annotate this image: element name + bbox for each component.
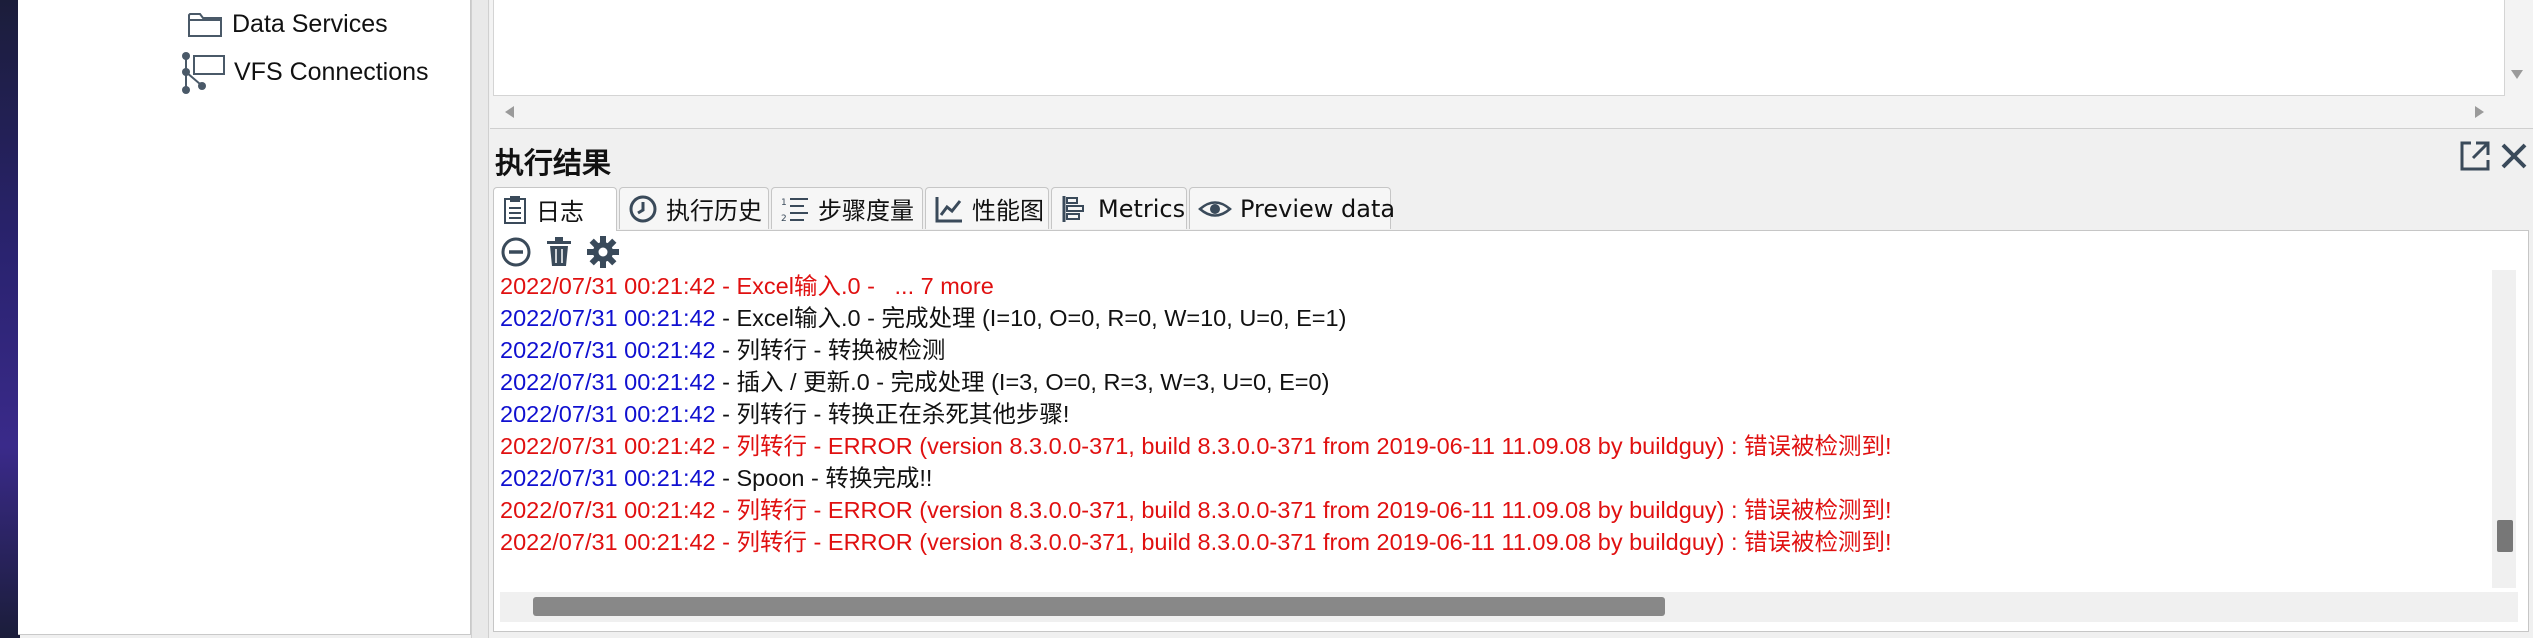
- minus-circle-icon[interactable]: [500, 236, 532, 268]
- tab-execution-history[interactable]: 执行历史: [619, 187, 769, 229]
- canvas-vertical-scrollbar[interactable]: [2505, 0, 2527, 95]
- log-timestamp: 2022/07/31 00:21:42: [500, 433, 716, 459]
- log-line: 2022/07/31 00:21:42 - 列转行 - 转换正在杀死其他步骤!: [500, 398, 2488, 430]
- eye-icon: [1198, 200, 1232, 217]
- log-line: 2022/07/31 00:21:42 - 列转行 - ERROR (versi…: [500, 494, 2488, 526]
- popout-icon[interactable]: [2457, 138, 2493, 174]
- log-timestamp: 2022/07/31 00:21:42: [500, 465, 716, 491]
- log-timestamp: 2022/07/31 00:21:42: [500, 273, 716, 299]
- tree-item-vfs-connections[interactable]: VFS Connections: [178, 52, 429, 94]
- log-timestamp: 2022/07/31 00:21:42: [500, 497, 716, 523]
- log-timestamp: 2022/07/31 00:21:42: [500, 401, 716, 427]
- folder-icon: [188, 13, 222, 37]
- close-icon[interactable]: [2498, 140, 2530, 172]
- tab-performance-chart[interactable]: 性能图: [925, 187, 1049, 229]
- tree-item-label: VFS Connections: [234, 57, 429, 86]
- log-toolbar: [500, 234, 620, 270]
- log-message: - Excel输入.0 - ... 7 more: [715, 273, 994, 299]
- trash-icon[interactable]: [544, 236, 574, 268]
- execution-results-title: 执行结果: [495, 146, 612, 180]
- log-message: - 列转行 - ERROR (version 8.3.0.0-371, buil…: [715, 529, 1892, 555]
- log-message: - 列转行 - 转换正在杀死其他步骤!: [715, 401, 1070, 427]
- svg-text:2: 2: [781, 214, 787, 224]
- results-tabstrip: 日志 执行历史 1 2 步骤度量 性能图 Metrics Preview dat…: [493, 187, 2529, 231]
- log-message: - 列转行 - ERROR (version 8.3.0.0-371, buil…: [715, 433, 1892, 459]
- log-line: 2022/07/31 00:21:42 - 列转行 - 转换被检测: [500, 334, 2488, 366]
- repository-tree-panel: Data Services VFS Connections: [18, 0, 471, 635]
- log-line: 2022/07/31 00:21:42 - Excel输入.0 - 完成处理 (…: [500, 302, 2488, 334]
- log-message: - Spoon - 转换完成!!: [715, 465, 933, 491]
- gear-icon[interactable]: [586, 235, 620, 269]
- transformation-canvas[interactable]: [493, 0, 2505, 96]
- step-metrics-icon: 1 2: [781, 197, 808, 224]
- panel-splitter[interactable]: [471, 0, 489, 638]
- svg-text:1: 1: [781, 198, 787, 208]
- log-icon: [504, 195, 526, 224]
- scroll-down-arrow-icon[interactable]: [2511, 70, 2523, 79]
- desktop-background: [0, 0, 20, 638]
- log-line: 2022/07/31 00:21:42 - Spoon - 转换完成!!: [500, 462, 2488, 494]
- log-message: - 列转行 - 转换被检测: [715, 337, 946, 363]
- tab-metrics[interactable]: Metrics: [1051, 187, 1187, 229]
- tab-step-metrics[interactable]: 1 2 步骤度量: [771, 187, 923, 229]
- log-text-area[interactable]: 2022/07/31 00:21:42 - Excel输入.0 - ... 7 …: [500, 270, 2488, 588]
- log-line: 2022/07/31 00:21:42 - 插入 / 更新.0 - 完成处理 (…: [500, 366, 2488, 398]
- log-message: - 插入 / 更新.0 - 完成处理 (I=3, O=0, R=3, W=3, …: [715, 369, 1330, 395]
- log-line: 2022/07/31 00:21:42 - Excel输入.0 - ... 7 …: [500, 270, 2488, 302]
- scroll-right-arrow-icon[interactable]: [2475, 106, 2484, 118]
- log-message: - Excel输入.0 - 完成处理 (I=10, O=0, R=0, W=10…: [715, 305, 1347, 331]
- log-horizontal-scroll-thumb[interactable]: [533, 597, 1665, 616]
- log-timestamp: 2022/07/31 00:21:42: [500, 305, 716, 331]
- history-icon: [629, 195, 657, 222]
- tree-item-data-services[interactable]: Data Services: [186, 4, 388, 44]
- log-line: 2022/07/31 00:21:42 - 列转行 - ERROR (versi…: [500, 430, 2488, 462]
- log-timestamp: 2022/07/31 00:21:42: [500, 369, 716, 395]
- tree-item-label: Data Services: [232, 9, 388, 38]
- log-line: 2022/07/31 00:21:42 - 列转行 - ERROR (versi…: [500, 526, 2488, 558]
- canvas-horizontal-scrollbar[interactable]: [493, 97, 2503, 125]
- tab-log[interactable]: 日志: [493, 187, 617, 231]
- log-message: - 列转行 - ERROR (version 8.3.0.0-371, buil…: [715, 497, 1892, 523]
- network-icon: [182, 52, 225, 94]
- log-timestamp: 2022/07/31 00:21:42: [500, 337, 716, 363]
- performance-chart-icon: [935, 196, 962, 222]
- scroll-left-arrow-icon[interactable]: [505, 106, 514, 118]
- tab-preview-data[interactable]: Preview data: [1189, 187, 1395, 229]
- log-timestamp: 2022/07/31 00:21:42: [500, 529, 716, 555]
- metrics-icon: [1062, 195, 1084, 222]
- log-vertical-scroll-thumb[interactable]: [2497, 520, 2513, 552]
